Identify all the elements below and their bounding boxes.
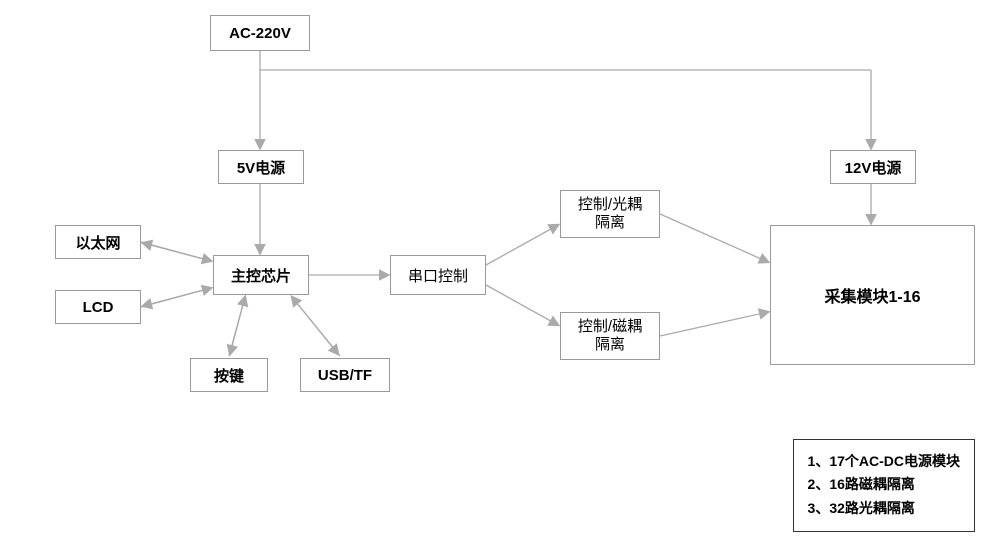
box-psu12v: 12V电源 — [830, 150, 916, 184]
box-psu5v: 5V电源 — [218, 150, 304, 184]
box-ethernet: 以太网 — [55, 225, 141, 259]
legend-line-3: 3、32路光耦隔离 — [808, 497, 960, 521]
box-ctrl-mag: 控制/磁耦 隔离 — [560, 312, 660, 360]
legend-line-1: 1、17个AC-DC电源模块 — [808, 450, 960, 474]
box-daq: 采集模块1-16 — [770, 225, 975, 365]
box-ctrl-opto: 控制/光耦 隔离 — [560, 190, 660, 238]
box-serial: 串口控制 — [390, 255, 486, 295]
box-usbtf: USB/TF — [300, 358, 390, 392]
box-keys: 按键 — [190, 358, 268, 392]
legend-box: 1、17个AC-DC电源模块 2、16路磁耦隔离 3、32路光耦隔离 — [793, 439, 975, 532]
box-ac220v: AC-220V — [210, 15, 310, 51]
legend-line-2: 2、16路磁耦隔离 — [808, 473, 960, 497]
box-mcu: 主控芯片 — [213, 255, 309, 295]
box-lcd: LCD — [55, 290, 141, 324]
